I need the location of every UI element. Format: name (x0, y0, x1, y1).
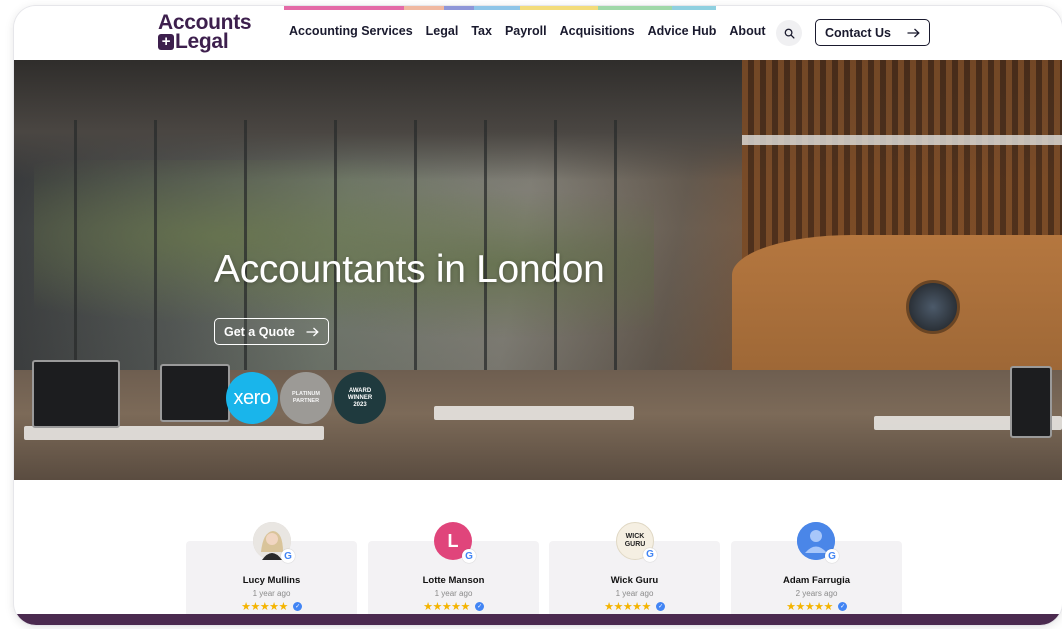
site-header: Accounts + Legal Accounting Services Leg… (14, 6, 1062, 60)
platinum-partner-badge: PLATINUM PARTNER (280, 372, 332, 424)
contact-us-button[interactable]: Contact Us (815, 19, 930, 46)
site-logo[interactable]: Accounts + Legal (158, 12, 258, 54)
avatar: L G (434, 522, 476, 563)
reviews-section: G Lucy Mullins 1 year ago ★★★★★ ✓ L G Lo… (14, 480, 1062, 625)
monitor (1010, 366, 1052, 438)
nav-accounting-services[interactable]: Accounting Services (289, 24, 413, 38)
avatar: G (253, 522, 295, 563)
rating-stars: ★★★★★ ✓ (186, 600, 357, 613)
nav-legal[interactable]: Legal (426, 24, 459, 38)
star-rating: ★★★★★ (423, 601, 470, 613)
browser-page-frame: Accounts + Legal Accounting Services Leg… (14, 6, 1062, 625)
reviewer-name: Lucy Mullins (242, 575, 301, 586)
strip-segment (598, 6, 672, 10)
reviewer-name: Adam Farrugia (782, 575, 851, 586)
star-rating: ★★★★★ (604, 601, 651, 613)
reviewer-name: Wick Guru (610, 575, 659, 586)
strip-segment (284, 6, 404, 10)
strip-segment (520, 6, 598, 10)
rating-stars: ★★★★★ ✓ (549, 600, 720, 613)
xero-logo-badge: xero (226, 372, 278, 424)
desk (24, 426, 324, 440)
verified-check-icon: ✓ (292, 602, 302, 611)
strip-segment (444, 6, 474, 10)
strip-segment (404, 6, 444, 10)
hero-section: Accountants in London Get a Quote xero P… (14, 60, 1062, 480)
hero-title: Accountants in London (214, 248, 605, 291)
award-badge-line1: AWARD (348, 387, 372, 394)
review-time: 1 year ago (434, 589, 473, 598)
logo-text-legal-row: + Legal (158, 30, 258, 53)
award-winner-badge: AWARD WINNER 2023 (334, 372, 386, 424)
verified-check-icon: ✓ (837, 602, 847, 611)
main-nav: Accounting Services Legal Tax Payroll Ac… (289, 24, 779, 38)
star-rating: ★★★★★ (786, 601, 833, 613)
get-a-quote-label: Get a Quote (224, 324, 295, 339)
nav-about[interactable]: About (729, 24, 765, 38)
nav-tax[interactable]: Tax (471, 24, 492, 38)
contact-us-label: Contact Us (825, 25, 891, 40)
xero-wordmark: xero (233, 386, 271, 409)
round-window (906, 280, 960, 334)
monitor (32, 360, 120, 428)
google-g-icon: G (462, 549, 476, 563)
search-button[interactable] (776, 20, 802, 46)
rating-stars: ★★★★★ ✓ (731, 600, 902, 613)
color-strip (284, 6, 716, 10)
avatar: WICK GURU G (616, 522, 657, 562)
award-badge-line2: WINNER (347, 394, 373, 401)
review-time: 1 year ago (252, 589, 291, 598)
nav-advice-hub[interactable]: Advice Hub (648, 24, 717, 38)
strip-segment (672, 6, 716, 10)
plus-icon: + (158, 34, 174, 50)
review-time: 2 years ago (795, 589, 838, 598)
avatar-initial: L (447, 530, 459, 551)
monitor (160, 364, 230, 422)
footer-color-bar (14, 614, 1062, 625)
avatar: G (797, 522, 839, 563)
get-a-quote-button[interactable]: Get a Quote (214, 318, 329, 345)
star-rating: ★★★★★ (241, 601, 288, 613)
verified-check-icon: ✓ (655, 602, 665, 611)
google-g-icon: G (643, 548, 657, 562)
balcony-rail (742, 135, 1062, 145)
strip-segment (474, 6, 520, 10)
reviewer-name: Lotte Manson (422, 575, 485, 586)
google-g-icon: G (281, 549, 295, 563)
rating-stars: ★★★★★ ✓ (368, 600, 539, 613)
review-time: 1 year ago (615, 589, 654, 598)
desk (434, 406, 634, 420)
logo-text-legal: Legal (175, 30, 229, 53)
arrow-right-icon (907, 28, 920, 37)
search-icon (784, 28, 795, 39)
award-badge-line3: 2023 (353, 401, 367, 408)
avatar-initial: WICK GURU (624, 533, 646, 548)
platinum-badge-line2: PARTNER (292, 398, 320, 404)
nav-payroll[interactable]: Payroll (505, 24, 547, 38)
nav-acquisitions[interactable]: Acquisitions (560, 24, 635, 38)
platinum-badge-line1: PLATINUM (291, 391, 320, 397)
google-g-icon: G (825, 549, 839, 563)
arrow-right-icon (306, 327, 319, 336)
verified-check-icon: ✓ (474, 602, 484, 611)
